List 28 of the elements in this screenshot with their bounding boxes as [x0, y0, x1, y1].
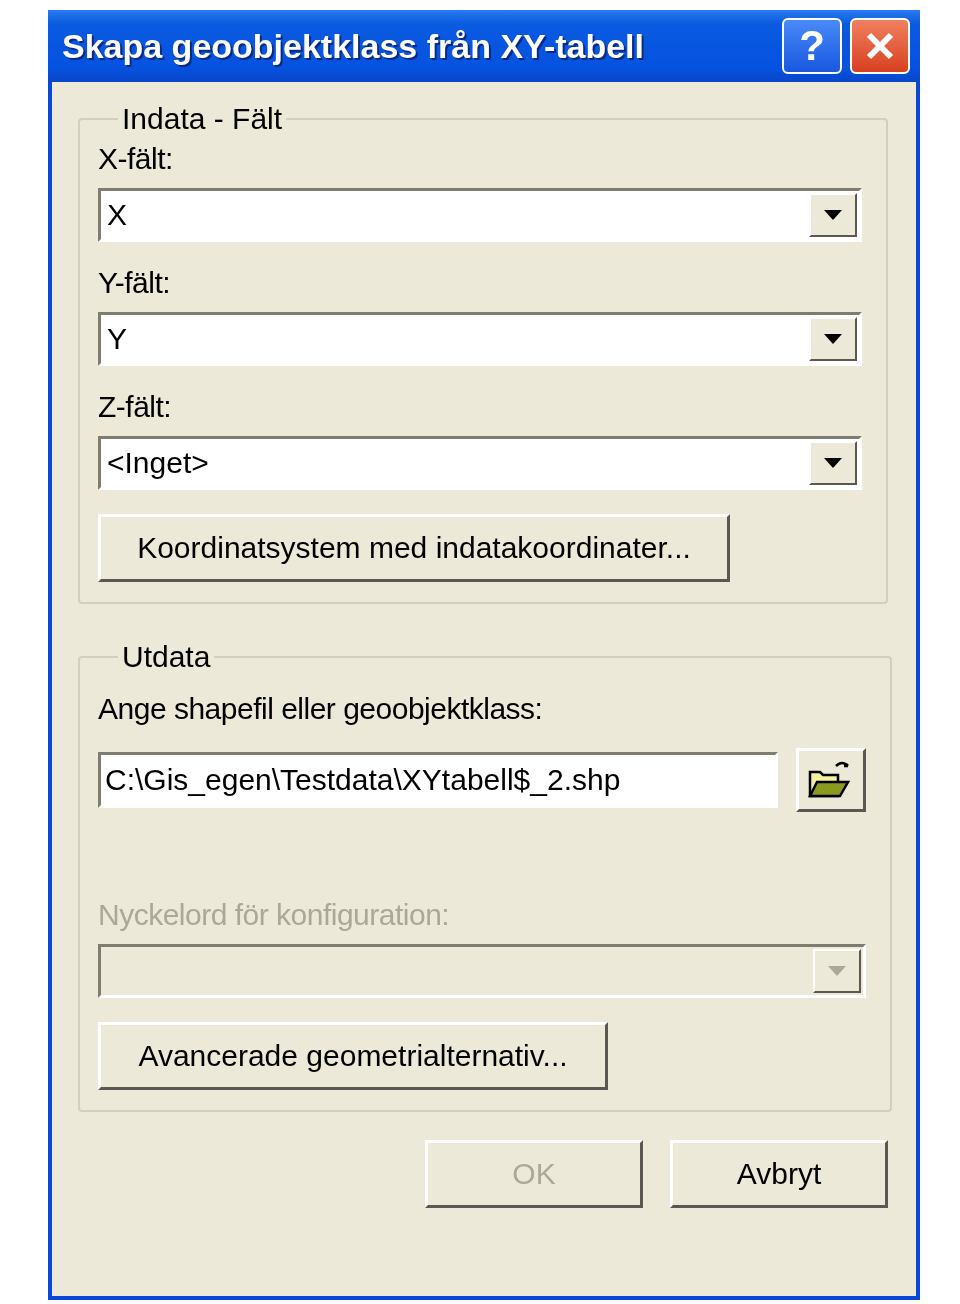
dropdown-field[interactable]: <Inget> [98, 436, 862, 490]
caret-icon [824, 334, 842, 344]
caret-icon [824, 458, 842, 468]
dialog-button[interactable]: Avbryt [670, 1140, 888, 1208]
dropdown-field[interactable] [98, 944, 866, 998]
group-title: Utdata [121, 640, 212, 674]
field-label: Z-fält: [98, 390, 173, 424]
caret-icon [824, 210, 842, 220]
caret-icon [828, 966, 846, 976]
path-field[interactable]: C:\Gis_egen\Testdata\XYtabell$_2.shp [98, 752, 778, 808]
coordinate-system-button[interactable]: Koordinatsystem med indatakoordinater... [98, 514, 730, 582]
field-label: Ange shapefil eller geoobjektklass: [98, 692, 544, 726]
close-button[interactable] [850, 18, 910, 74]
close-icon [865, 31, 895, 61]
window-title: Skapa geoobjektklass från XY-tabell [62, 26, 645, 66]
advanced-options-button[interactable]: Avancerade geometrialternativ... [98, 1022, 608, 1090]
dropdown-field[interactable]: X [98, 188, 862, 242]
field-label: Nyckelord för konfiguration: [98, 898, 451, 932]
field-label: Y-fält: [98, 266, 172, 300]
field-label: X-fält: [98, 142, 174, 176]
dropdown-button[interactable] [813, 949, 861, 993]
browse-button[interactable] [796, 748, 866, 812]
dropdown-button[interactable] [809, 193, 857, 237]
group-title: Indata - Fält [121, 102, 284, 136]
dropdown-field[interactable]: Y [98, 312, 862, 366]
dropdown-button[interactable] [809, 441, 857, 485]
dropdown-button[interactable] [809, 317, 857, 361]
help-button[interactable]: ? [782, 18, 842, 74]
